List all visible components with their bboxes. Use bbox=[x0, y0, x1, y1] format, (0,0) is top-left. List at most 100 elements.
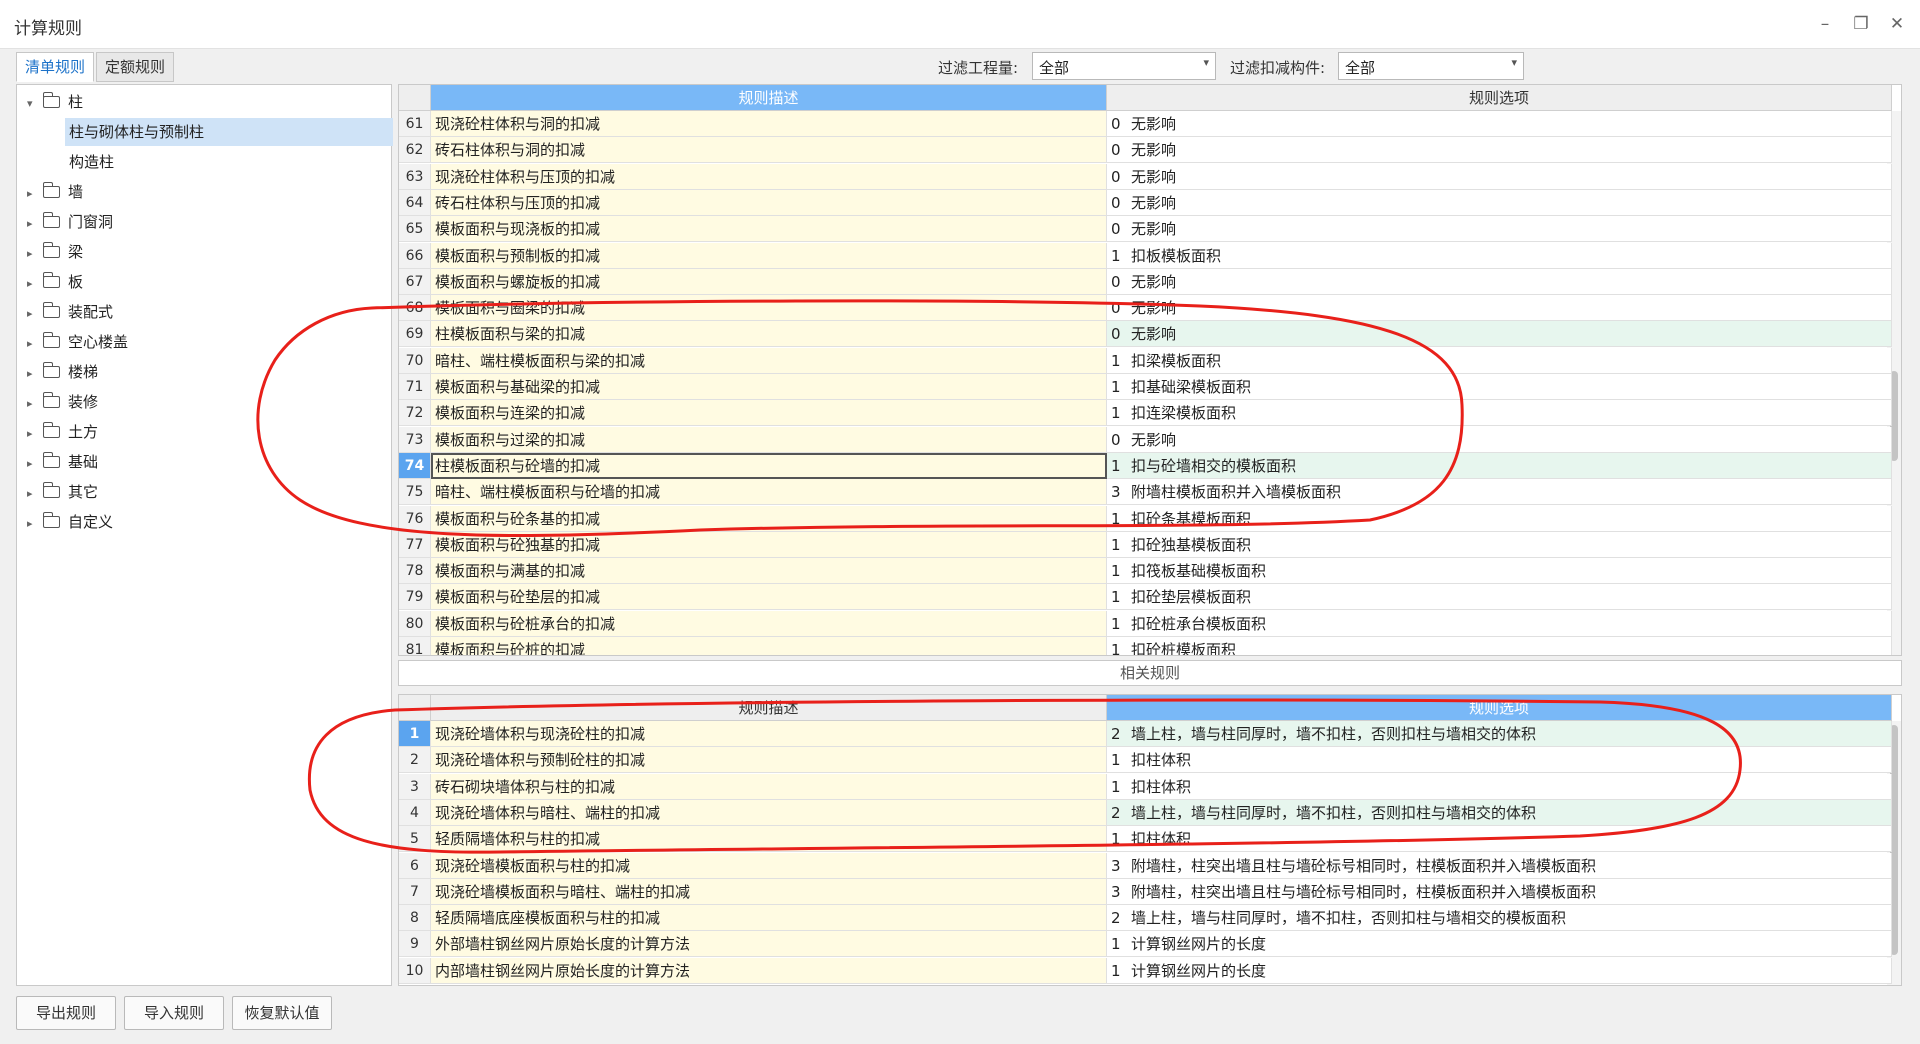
rule-option-cell[interactable]: 3 附墙柱模板面积并入墙模板面积 bbox=[1107, 479, 1892, 506]
tab-list-rules[interactable]: 清单规则 bbox=[16, 52, 95, 82]
rule-option-cell[interactable]: 3 附墙柱，柱突出墙且柱与墙砼标号相同时，柱模板面积并入墙模板面积 bbox=[1107, 852, 1892, 879]
rule-description-cell[interactable]: 模板面积与过梁的扣减 bbox=[431, 426, 1107, 453]
chevron-right-icon[interactable]: ▸ bbox=[27, 390, 43, 418]
chevron-right-icon[interactable]: ▸ bbox=[27, 330, 43, 358]
table-row[interactable]: 10 内部墙柱钢丝网片原始长度的计算方法 1 计算钢丝网片的长度 bbox=[399, 957, 1892, 984]
rule-option-cell[interactable]: 0 无影响 bbox=[1107, 189, 1892, 216]
rule-option-cell[interactable]: 0 无影响 bbox=[1107, 137, 1892, 164]
rule-description-cell[interactable]: 暗柱、端柱模板面积与砼墙的扣减 bbox=[431, 479, 1107, 506]
table-row[interactable]: 9 外部墙柱钢丝网片原始长度的计算方法 1 计算钢丝网片的长度 bbox=[399, 931, 1892, 958]
rule-option-cell[interactable]: 1 扣筏板基础模板面积 bbox=[1107, 558, 1892, 585]
export-rules-button[interactable]: 导出规则 bbox=[16, 996, 116, 1030]
chevron-right-icon[interactable]: ▸ bbox=[27, 300, 43, 328]
rule-option-cell[interactable]: 1 扣基础梁模板面积 bbox=[1107, 374, 1892, 400]
rule-description-cell[interactable]: 柱模板面积与梁的扣减 bbox=[431, 321, 1107, 348]
rule-option-cell[interactable]: 1 扣柱体积 bbox=[1107, 747, 1892, 774]
table-row[interactable]: 61 现浇砼柱体积与洞的扣减 0 无影响 bbox=[399, 111, 1892, 137]
table-row[interactable]: 81 模板面积与砼桩的扣减 1 扣砼桩模板面积 bbox=[399, 637, 1892, 655]
rule-option-cell[interactable]: 0 无影响 bbox=[1107, 321, 1892, 348]
rule-option-cell[interactable]: 0 无影响 bbox=[1107, 216, 1892, 243]
rule-description-cell[interactable]: 模板面积与砼桩的扣减 bbox=[431, 637, 1107, 655]
chevron-right-icon[interactable]: ▸ bbox=[27, 210, 43, 238]
import-rules-button[interactable]: 导入规则 bbox=[124, 996, 224, 1030]
rule-description-cell[interactable]: 模板面积与满基的扣减 bbox=[431, 558, 1107, 585]
rule-option-cell[interactable]: 1 扣梁模板面积 bbox=[1107, 347, 1892, 374]
rule-option-cell[interactable]: 1 扣砼桩承台模板面积 bbox=[1107, 610, 1892, 637]
chevron-right-icon[interactable]: ▸ bbox=[27, 510, 43, 538]
table-row[interactable]: 3 砖石砌块墙体积与柱的扣减 1 扣柱体积 bbox=[399, 773, 1892, 800]
rule-option-cell[interactable]: 1 计算钢丝网片的长度 bbox=[1107, 931, 1892, 958]
table-row[interactable]: 80 模板面积与砼桩承台的扣减 1 扣砼桩承台模板面积 bbox=[399, 610, 1892, 637]
table-row[interactable]: 78 模板面积与满基的扣减 1 扣筏板基础模板面积 bbox=[399, 558, 1892, 585]
rule-option-cell[interactable]: 1 扣砼垫层模板面积 bbox=[1107, 584, 1892, 611]
rule-option-cell[interactable]: 1 扣砼独基模板面积 bbox=[1107, 531, 1892, 558]
rule-option-cell[interactable]: 1 扣柱体积 bbox=[1107, 773, 1892, 800]
rule-description-cell[interactable]: 现浇砼柱体积与压顶的扣减 bbox=[431, 163, 1107, 190]
chevron-right-icon[interactable]: ▸ bbox=[27, 450, 43, 478]
table-row[interactable]: 7 现浇砼墙模板面积与暗柱、端柱的扣减 3 附墙柱，柱突出墙且柱与墙砼标号相同时，柱模… bbox=[399, 878, 1892, 905]
tree-item[interactable]: ▾ 柱 bbox=[27, 88, 83, 116]
rule-description-cell[interactable]: 模板面积与圈梁的扣减 bbox=[431, 295, 1107, 322]
table-row[interactable]: 6 现浇砼墙模板面积与柱的扣减 3 附墙柱，柱突出墙且柱与墙砼标号相同时，柱模板面积并… bbox=[399, 852, 1892, 879]
rule-option-cell[interactable]: 2 墙上柱，墙与柱同厚时，墙不扣柱，否则扣柱与墙相交的体积 bbox=[1107, 721, 1892, 747]
header-rule-option[interactable]: 规则选项 bbox=[1107, 695, 1892, 721]
minimize-icon[interactable]: – bbox=[1810, 10, 1840, 38]
tree-item[interactable]: ▸ 自定义 bbox=[27, 508, 113, 536]
tree-item[interactable]: ▸ 楼梯 bbox=[27, 358, 98, 386]
rule-description-cell[interactable]: 模板面积与连梁的扣减 bbox=[431, 400, 1107, 427]
rule-description-cell[interactable]: 现浇砼墙体积与预制砼柱的扣减 bbox=[431, 747, 1107, 774]
rule-option-cell[interactable]: 1 扣柱体积 bbox=[1107, 826, 1892, 853]
rule-description-cell[interactable]: 模板面积与预制板的扣减 bbox=[431, 242, 1107, 269]
table-row[interactable]: 65 模板面积与现浇板的扣减 0 无影响 bbox=[399, 216, 1892, 243]
table-row[interactable]: 8 轻质隔墙底座模板面积与柱的扣减 2 墙上柱，墙与柱同厚时，墙不扣柱，否则扣柱与墙相… bbox=[399, 905, 1892, 932]
rule-option-cell[interactable]: 1 扣砼条基模板面积 bbox=[1107, 505, 1892, 532]
rule-description-cell[interactable]: 模板面积与螺旋板的扣减 bbox=[431, 268, 1107, 295]
chevron-down-icon[interactable]: ▾ bbox=[27, 90, 43, 118]
filter-component-select[interactable]: 全部 ▾ bbox=[1338, 52, 1524, 80]
table-row[interactable]: 70 暗柱、端柱模板面积与梁的扣减 1 扣梁模板面积 bbox=[399, 347, 1892, 374]
rule-option-cell[interactable]: 0 无影响 bbox=[1107, 111, 1892, 137]
rule-description-cell[interactable]: 轻质隔墙底座模板面积与柱的扣减 bbox=[431, 905, 1107, 932]
table-row[interactable]: 62 砖石柱体积与洞的扣减 0 无影响 bbox=[399, 137, 1892, 164]
rule-description-cell[interactable]: 现浇砼墙体积与暗柱、端柱的扣减 bbox=[431, 799, 1107, 826]
chevron-right-icon[interactable]: ▸ bbox=[27, 180, 43, 208]
tree-item[interactable]: 构造柱 bbox=[65, 148, 393, 176]
tab-quota-rules[interactable]: 定额规则 bbox=[96, 52, 175, 82]
table-row[interactable]: 4 现浇砼墙体积与暗柱、端柱的扣减 2 墙上柱，墙与柱同厚时，墙不扣柱，否则扣柱与墙相… bbox=[399, 799, 1892, 826]
table-row[interactable]: 1 现浇砼墙体积与现浇砼柱的扣减 2 墙上柱，墙与柱同厚时，墙不扣柱，否则扣柱与墙相交… bbox=[399, 721, 1892, 747]
rule-option-cell[interactable]: 1 扣砼桩模板面积 bbox=[1107, 637, 1892, 655]
rule-description-cell[interactable]: 现浇砼墙模板面积与柱的扣减 bbox=[431, 852, 1107, 879]
table-row[interactable]: 5 轻质隔墙体积与柱的扣减 1 扣柱体积 bbox=[399, 826, 1892, 853]
rule-option-cell[interactable]: 1 扣板模板面积 bbox=[1107, 242, 1892, 269]
rule-option-cell[interactable]: 1 扣连梁模板面积 bbox=[1107, 400, 1892, 427]
tree-item[interactable]: ▸ 装配式 bbox=[27, 298, 113, 326]
table-row[interactable]: 79 模板面积与砼垫层的扣减 1 扣砼垫层模板面积 bbox=[399, 584, 1892, 611]
table-row[interactable]: 72 模板面积与连梁的扣减 1 扣连梁模板面积 bbox=[399, 400, 1892, 427]
chevron-right-icon[interactable]: ▸ bbox=[27, 360, 43, 388]
rule-option-cell[interactable]: 2 墙上柱，墙与柱同厚时，墙不扣柱，否则扣柱与墙相交的模板面积 bbox=[1107, 905, 1892, 932]
filter-quantity-select[interactable]: 全部 ▾ bbox=[1032, 52, 1216, 80]
header-rule-desc[interactable]: 规则描述 bbox=[431, 695, 1107, 721]
tree-item[interactable]: ▸ 装修 bbox=[27, 388, 98, 416]
rule-description-cell[interactable]: 暗柱、端柱模板面积与梁的扣减 bbox=[431, 347, 1107, 374]
tree-item[interactable]: ▸ 基础 bbox=[27, 448, 98, 476]
tree-item[interactable]: ▸ 墙 bbox=[27, 178, 83, 206]
chevron-right-icon[interactable]: ▸ bbox=[27, 240, 43, 268]
rule-description-cell[interactable]: 砖石柱体积与压顶的扣减 bbox=[431, 189, 1107, 216]
header-rule-option[interactable]: 规则选项 bbox=[1107, 85, 1892, 111]
table-row[interactable]: 75 暗柱、端柱模板面积与砼墙的扣减 3 附墙柱模板面积并入墙模板面积 bbox=[399, 479, 1892, 506]
rule-description-cell[interactable]: 外部墙柱钢丝网片原始长度的计算方法 bbox=[431, 931, 1107, 958]
rule-description-cell[interactable]: 砖石砌块墙体积与柱的扣减 bbox=[431, 773, 1107, 800]
rule-option-cell[interactable]: 2 墙上柱，墙与柱同厚时，墙不扣柱，否则扣柱与墙相交的体积 bbox=[1107, 799, 1892, 826]
rule-description-cell[interactable]: 模板面积与砼桩承台的扣减 bbox=[431, 610, 1107, 637]
rule-option-cell[interactable]: 0 无影响 bbox=[1107, 295, 1892, 322]
table-row[interactable]: 66 模板面积与预制板的扣减 1 扣板模板面积 bbox=[399, 242, 1892, 269]
rule-option-cell[interactable]: 0 无影响 bbox=[1107, 426, 1892, 453]
tree-item[interactable]: ▸ 板 bbox=[27, 268, 83, 296]
tree-item[interactable]: 柱与砌体柱与预制柱 bbox=[65, 118, 393, 146]
table-row[interactable]: 73 模板面积与过梁的扣减 0 无影响 bbox=[399, 426, 1892, 453]
rule-option-cell[interactable]: 0 无影响 bbox=[1107, 163, 1892, 190]
rule-option-cell[interactable]: 1 扣与砼墙相交的模板面积 bbox=[1107, 452, 1892, 479]
restore-icon[interactable]: ❐ bbox=[1846, 10, 1876, 38]
table-row[interactable]: 74 柱模板面积与砼墙的扣减 1 扣与砼墙相交的模板面积 bbox=[399, 452, 1892, 479]
